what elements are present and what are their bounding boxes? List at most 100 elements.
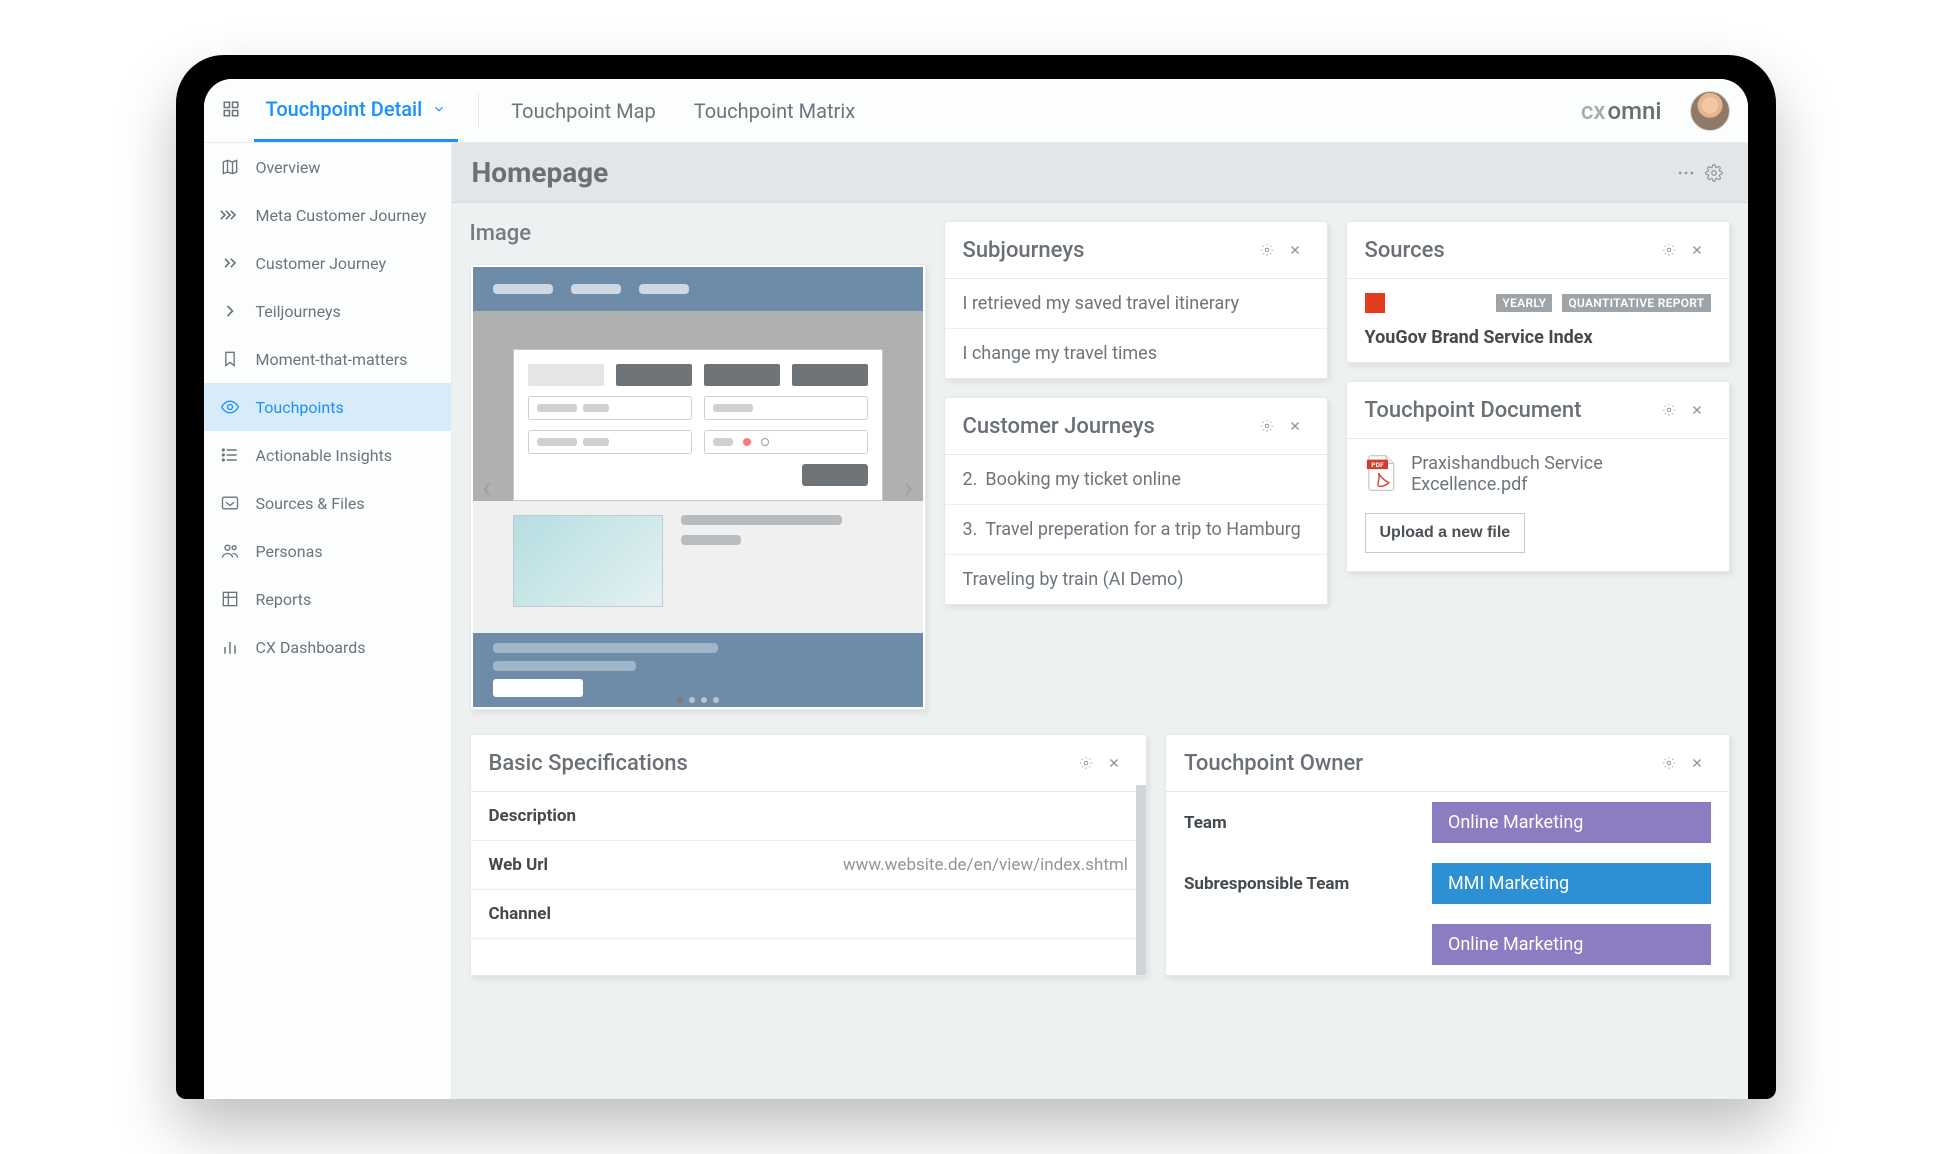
more-button[interactable] [1672, 159, 1700, 187]
sidebar-item-insights[interactable]: Actionable Insights [204, 431, 451, 479]
card-settings[interactable] [1655, 236, 1683, 264]
map-icon [220, 157, 240, 177]
owner-row: Online Marketing [1166, 914, 1729, 975]
pdf-icon: PDF [1365, 453, 1398, 493]
card-close[interactable] [1281, 412, 1309, 440]
image-carousel: ‹ › [470, 264, 926, 710]
sidebar-item-touchpoints[interactable]: Touchpoints [204, 383, 451, 431]
card-close[interactable] [1683, 396, 1711, 424]
carousel-prev[interactable]: ‹ [475, 467, 499, 507]
sidebar-item-label: Teiljourneys [256, 302, 341, 321]
card-close[interactable] [1281, 236, 1309, 264]
source-item[interactable]: YEARLY QUANTITATIVE REPORT YouGov Brand … [1347, 279, 1729, 362]
journey-item[interactable]: 3.Travel preperation for a trip to Hambu… [945, 505, 1327, 555]
card-subjourneys: Subjourneys I retrieved my saved travel … [944, 221, 1328, 379]
sidebar-item-customer-journey[interactable]: Customer Journey [204, 239, 451, 287]
scrollbar[interactable] [1136, 785, 1146, 975]
card-touchpoint-owner: Touchpoint Owner Team Online Marketing S… [1165, 734, 1730, 976]
journey-item[interactable]: 2.Booking my ticket online [945, 455, 1327, 505]
source-tag: QUANTITATIVE REPORT [1562, 294, 1710, 312]
card-title: Sources [1365, 238, 1655, 263]
sidebar-item-label: Customer Journey [256, 254, 387, 273]
page-header: Homepage [452, 143, 1748, 203]
brand-logo: cxomni [1581, 97, 1662, 125]
divider [478, 94, 479, 128]
tab-label: Touchpoint Matrix [694, 99, 855, 123]
tab-touchpoint-map[interactable]: Touchpoint Map [499, 79, 668, 142]
card-close[interactable] [1683, 749, 1711, 777]
carousel-dots [677, 697, 719, 703]
tab-label: Touchpoint Detail [266, 97, 423, 121]
card-settings[interactable] [1253, 236, 1281, 264]
topbar: Touchpoint Detail Touchpoint Map Touchpo… [204, 79, 1748, 143]
sidebar-item-meta-journey[interactable]: Meta Customer Journey [204, 191, 451, 239]
sidebar-item-label: Sources & Files [256, 494, 365, 513]
card-title: Touchpoint Document [1365, 398, 1655, 423]
spec-row: Web Urlwww.website.de/en/view/index.shtm… [471, 841, 1146, 890]
svg-text:PDF: PDF [1371, 461, 1384, 469]
chevron-right-icon [220, 301, 240, 321]
tab-touchpoint-detail[interactable]: Touchpoint Detail [254, 79, 459, 142]
sidebar-item-label: Meta Customer Journey [256, 206, 427, 225]
tab-label: Touchpoint Map [511, 99, 656, 123]
sidebar-item-dashboards[interactable]: CX Dashboards [204, 623, 451, 671]
sidebar-item-label: Touchpoints [256, 398, 344, 417]
chevrons-right-icon [220, 205, 240, 225]
sidebar-item-overview[interactable]: Overview [204, 143, 451, 191]
bars-icon [220, 637, 240, 657]
sidebar-item-label: Reports [256, 590, 312, 609]
sidebar-item-label: Overview [256, 158, 321, 177]
sidebar-item-label: Moment-that-matters [256, 350, 408, 369]
chevrons-right-icon [220, 253, 240, 273]
card-close[interactable] [1683, 236, 1711, 264]
journey-item[interactable]: Traveling by train (AI Demo) [945, 555, 1327, 604]
card-title: Touchpoint Owner [1184, 751, 1655, 776]
card-settings[interactable] [1072, 749, 1100, 777]
sidebar: Overview Meta Customer Journey Customer … [204, 143, 452, 1099]
chevron-down-icon [432, 102, 446, 116]
users-icon [220, 541, 240, 561]
spec-row: Description [471, 792, 1146, 841]
sidebar-item-sources-files[interactable]: Sources & Files [204, 479, 451, 527]
document-name: Praxishandbuch Service Excellence.pdf [1411, 453, 1710, 495]
source-tag: YEARLY [1496, 294, 1552, 312]
card-title: Customer Journeys [963, 414, 1253, 439]
subjourney-item[interactable]: I retrieved my saved travel itinerary [945, 279, 1327, 329]
bookmark-icon [220, 349, 240, 369]
card-title: Subjourneys [963, 238, 1253, 263]
sidebar-item-personas[interactable]: Personas [204, 527, 451, 575]
card-settings[interactable] [1253, 412, 1281, 440]
page-title: Homepage [472, 156, 1672, 189]
apps-icon[interactable] [222, 100, 240, 122]
owner-chip[interactable]: Online Marketing [1432, 924, 1711, 965]
card-basic-specifications: Basic Specifications Description Web Url… [470, 734, 1147, 976]
card-touchpoint-document: Touchpoint Document PDF [1346, 381, 1730, 572]
sidebar-item-label: Personas [256, 542, 323, 561]
card-close[interactable] [1100, 749, 1128, 777]
spec-row: Channel [471, 890, 1146, 939]
document-item[interactable]: PDF Praxishandbuch Service Excellence.pd… [1347, 439, 1729, 509]
sidebar-item-label: Actionable Insights [256, 446, 393, 465]
tab-touchpoint-matrix[interactable]: Touchpoint Matrix [682, 79, 867, 142]
inbox-icon [220, 493, 240, 513]
card-settings[interactable] [1655, 396, 1683, 424]
image-section-title: Image [470, 221, 926, 254]
card-customer-journeys: Customer Journeys 2.Booking my ticket on… [944, 397, 1328, 605]
sidebar-item-label: CX Dashboards [256, 638, 366, 657]
subjourney-item[interactable]: I change my travel times [945, 329, 1327, 378]
card-settings[interactable] [1655, 749, 1683, 777]
owner-chip[interactable]: Online Marketing [1432, 802, 1711, 843]
list-icon [220, 445, 240, 465]
sidebar-item-teiljourneys[interactable]: Teiljourneys [204, 287, 451, 335]
owner-chip[interactable]: MMI Marketing [1432, 863, 1711, 904]
sidebar-item-moments[interactable]: Moment-that-matters [204, 335, 451, 383]
owner-row: Subresponsible Team MMI Marketing [1166, 853, 1729, 914]
upload-file-button[interactable]: Upload a new file [1365, 513, 1526, 553]
settings-button[interactable] [1700, 159, 1728, 187]
sidebar-item-reports[interactable]: Reports [204, 575, 451, 623]
image-preview [473, 267, 923, 707]
table-icon [220, 589, 240, 609]
avatar[interactable] [1690, 91, 1730, 131]
device-frame: Touchpoint Detail Touchpoint Map Touchpo… [176, 55, 1776, 1099]
carousel-next[interactable]: › [897, 467, 921, 507]
